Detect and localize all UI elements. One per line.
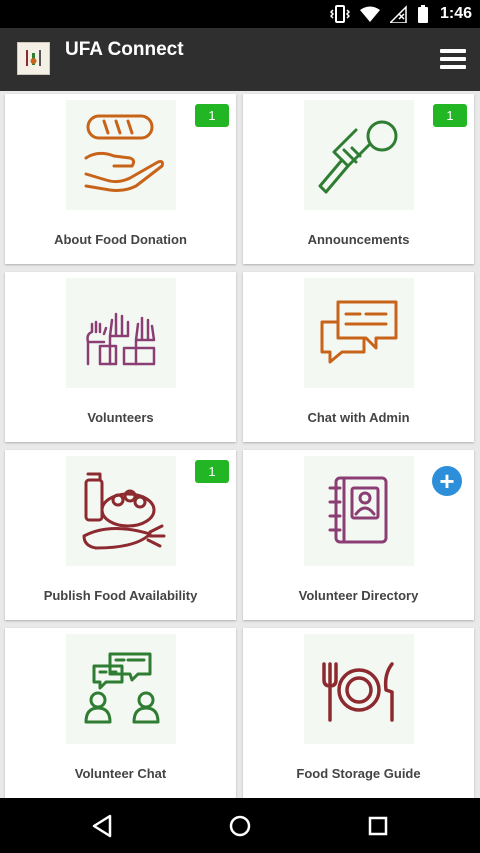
vibrate-icon [329, 5, 350, 23]
tile-label: Volunteer Chat [74, 766, 167, 781]
chat-bubbles-icon [304, 278, 414, 388]
tile-announcements[interactable]: 1 Announcements [243, 94, 474, 264]
tile-label: Announcements [307, 232, 410, 247]
tile-publish-food-availability[interactable]: 1 Publish Food Availability [5, 450, 236, 620]
notification-badge: 1 [433, 104, 467, 127]
tile-about-food-donation[interactable]: 1 About Food Donation [5, 94, 236, 264]
system-nav-bar [0, 798, 480, 853]
battery-icon [417, 5, 428, 23]
tile-volunteers[interactable]: Volunteers [5, 272, 236, 442]
status-icons: 1:46 [329, 0, 472, 28]
microphone-icon [304, 100, 414, 210]
status-bar: 1:46 [0, 0, 480, 28]
tile-food-storage-guide[interactable]: Food Storage Guide [243, 628, 474, 798]
raised-hands-icon [66, 278, 176, 388]
notification-badge: 1 [195, 104, 229, 127]
notification-badge: 1 [195, 460, 229, 483]
wifi-icon [359, 6, 380, 22]
tile-volunteer-directory[interactable]: + Volunteer Directory [243, 450, 474, 620]
tile-volunteer-chat[interactable]: Volunteer Chat [5, 628, 236, 798]
signal-no-data-icon [389, 5, 407, 23]
tile-label: Food Storage Guide [296, 766, 421, 781]
tile-label: Volunteers [87, 410, 154, 425]
food-groceries-icon [66, 456, 176, 566]
tile-chat-with-admin[interactable]: Chat with Admin [243, 272, 474, 442]
dashboard-grid: 1 About Food Donation 1 Announcements Vo… [0, 91, 480, 798]
back-icon[interactable] [88, 812, 116, 840]
bread-hand-icon [66, 100, 176, 210]
hamburger-menu-icon[interactable] [440, 46, 466, 72]
recents-icon[interactable] [364, 812, 392, 840]
app-title: UFA Connect [65, 39, 184, 60]
tile-label: Publish Food Availability [43, 588, 198, 603]
app-bar: UFA Connect [0, 28, 480, 91]
people-chat-icon [66, 634, 176, 744]
clock: 1:46 [439, 5, 472, 22]
tile-label: About Food Donation [54, 232, 187, 247]
plate-fork-knife-icon [304, 634, 414, 744]
app-logo [17, 42, 50, 75]
home-icon[interactable] [226, 812, 254, 840]
address-book-icon [304, 456, 414, 566]
tile-label: Volunteer Directory [298, 588, 419, 603]
tile-label: Chat with Admin [307, 410, 410, 425]
add-volunteer-button[interactable]: + [432, 466, 462, 496]
